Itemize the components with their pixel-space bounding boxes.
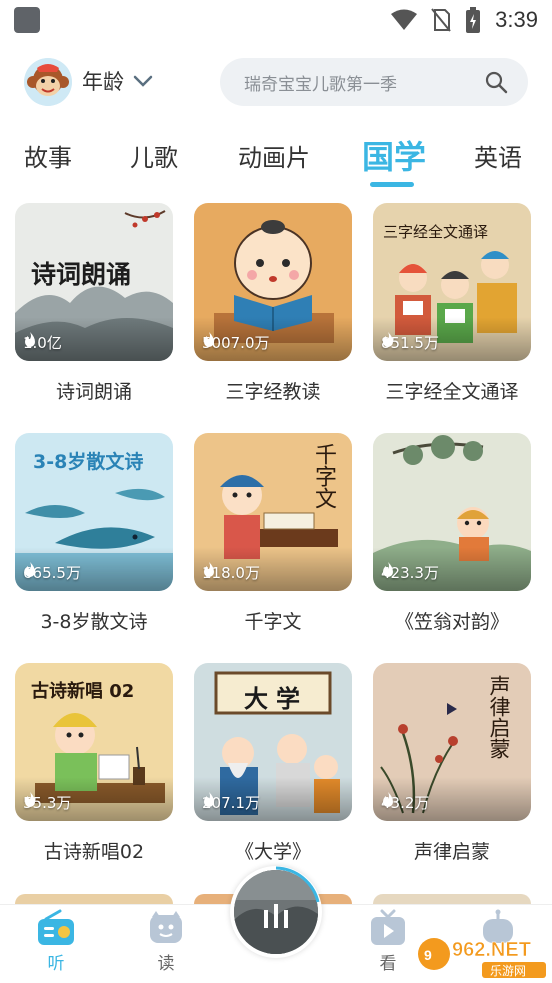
status-right: 3:39 xyxy=(391,6,538,34)
album-cover[interactable]: 千字文 118.0万 xyxy=(194,433,352,591)
book-character-icon xyxy=(150,911,182,943)
cover-title-text: 诗词朗诵 xyxy=(31,260,132,289)
fire-icon xyxy=(383,332,393,347)
play-count: 118.0万 xyxy=(202,562,260,583)
tab-cartoons[interactable]: 动画片 xyxy=(238,138,310,173)
cover-title-text: 大学 xyxy=(244,684,308,713)
album-card[interactable]: 古诗新唱 02 55.3万 古诗新唱02 xyxy=(15,663,173,864)
play-count: 1.0亿 xyxy=(23,332,62,353)
fire-icon xyxy=(383,792,393,807)
chevron-down-icon[interactable] xyxy=(132,70,154,92)
play-count: 207.1万 xyxy=(202,792,260,813)
tab-songs[interactable]: 儿歌 xyxy=(130,138,178,173)
now-playing-button[interactable] xyxy=(230,866,322,958)
fire-icon xyxy=(204,562,214,577)
fire-icon xyxy=(204,332,214,347)
active-tab-indicator xyxy=(370,182,414,187)
album-cover[interactable]: 5007.0万 xyxy=(194,203,352,361)
album-card[interactable]: 423.3万 《笠翁对韵》 xyxy=(373,433,531,634)
album-card-partial[interactable] xyxy=(15,894,173,904)
playback-progress-ring xyxy=(275,866,320,903)
nav-watch[interactable]: 看 xyxy=(358,909,418,974)
cover-title-text: 声律启蒙 xyxy=(487,675,511,759)
album-cover[interactable]: 声律启蒙 43.2万 xyxy=(373,663,531,821)
play-count: 851.5万 xyxy=(381,332,439,353)
album-card[interactable]: 3-8岁散文诗 665.5万 3-8岁散文诗 xyxy=(15,433,173,634)
search-input[interactable]: 瑞奇宝宝儿歌第一季 xyxy=(220,58,528,106)
tab-guoxue[interactable]: 国学 xyxy=(362,132,426,178)
nav-listen[interactable]: 听 xyxy=(26,909,86,974)
play-count: 55.3万 xyxy=(23,792,71,813)
album-title[interactable]: 古诗新唱02 xyxy=(15,837,173,864)
album-cover[interactable]: 古诗新唱 02 55.3万 xyxy=(15,663,173,821)
header: 年龄 瑞奇宝宝儿歌第一季 xyxy=(0,56,552,108)
album-title[interactable]: 三字经全文通译 xyxy=(373,377,531,404)
age-filter-label[interactable]: 年龄 xyxy=(82,66,124,96)
album-card[interactable]: 千字文 118.0万 千字文 xyxy=(194,433,352,634)
album-title[interactable]: 3-8岁散文诗 xyxy=(15,607,173,634)
fire-icon xyxy=(25,792,35,807)
fire-icon xyxy=(25,332,35,347)
play-count: 665.5万 xyxy=(23,562,81,583)
play-count: 5007.0万 xyxy=(202,332,270,353)
album-title[interactable]: 千字文 xyxy=(194,607,352,634)
album-card[interactable]: 诗词朗诵 1.0亿 诗词朗诵 xyxy=(15,203,173,404)
nav-read-label: 读 xyxy=(157,954,175,974)
app-notification-icon xyxy=(14,7,40,33)
album-card[interactable]: 大学 207.1万 《大学》 xyxy=(194,663,352,864)
svg-text:乐游网: 乐游网 xyxy=(490,964,526,978)
album-title[interactable]: 三字经教读 xyxy=(194,377,352,404)
watermark-logo: 9 962.NET 乐游网 xyxy=(416,930,548,980)
cover-title-text: 三字经全文通译 xyxy=(383,223,489,241)
album-title[interactable]: 声律启蒙 xyxy=(373,837,531,864)
monkey-avatar-icon xyxy=(24,58,72,106)
tab-stories[interactable]: 故事 xyxy=(24,138,72,173)
album-card[interactable]: 声律启蒙 43.2万 声律启蒙 xyxy=(373,663,531,864)
nav-listen-label: 听 xyxy=(47,954,65,974)
album-cover[interactable]: 大学 207.1万 xyxy=(194,663,352,821)
album-title[interactable]: 《大学》 xyxy=(194,837,352,864)
svg-text:962.NET: 962.NET xyxy=(452,939,531,961)
status-time: 3:39 xyxy=(495,7,538,32)
tab-english[interactable]: 英语 xyxy=(474,138,522,173)
album-card[interactable]: 三字经全文通译 851.5万 三字经全文通译 xyxy=(373,203,531,404)
cover-title-text: 千字文 xyxy=(311,443,336,509)
cover-title-text: 古诗新唱 02 xyxy=(31,681,135,702)
album-title[interactable]: 诗词朗诵 xyxy=(15,377,173,404)
wifi-icon xyxy=(391,9,418,30)
fire-icon xyxy=(25,562,35,577)
search-icon[interactable] xyxy=(484,70,508,94)
nav-watch-label: 看 xyxy=(379,954,397,974)
tv-icon xyxy=(371,909,405,945)
play-count: 423.3万 xyxy=(381,562,439,583)
no-sim-icon xyxy=(431,8,451,32)
album-cover[interactable]: 三字经全文通译 851.5万 xyxy=(373,203,531,361)
album-cover[interactable]: 423.3万 xyxy=(373,433,531,591)
album-card-partial[interactable] xyxy=(373,894,531,904)
status-bar: 3:39 xyxy=(0,0,552,40)
fire-icon xyxy=(204,792,214,807)
nav-read[interactable]: 读 xyxy=(136,909,196,974)
search-placeholder: 瑞奇宝宝儿歌第一季 xyxy=(244,75,397,95)
album-card[interactable]: 5007.0万 三字经教读 xyxy=(194,203,352,404)
album-cover[interactable]: 3-8岁散文诗 665.5万 xyxy=(15,433,173,591)
album-title[interactable]: 《笠翁对韵》 xyxy=(373,607,531,634)
battery-charging-icon xyxy=(466,7,481,33)
avatar[interactable] xyxy=(24,58,72,106)
album-cover[interactable]: 诗词朗诵 1.0亿 xyxy=(15,203,173,361)
cover-title-text: 3-8岁散文诗 xyxy=(33,451,144,473)
radio-icon xyxy=(38,909,74,945)
play-count: 43.2万 xyxy=(381,792,429,813)
svg-text:9: 9 xyxy=(424,947,432,963)
fire-icon xyxy=(383,562,393,577)
category-tabs: 故事 儿歌 动画片 国学 英语 xyxy=(0,130,552,190)
